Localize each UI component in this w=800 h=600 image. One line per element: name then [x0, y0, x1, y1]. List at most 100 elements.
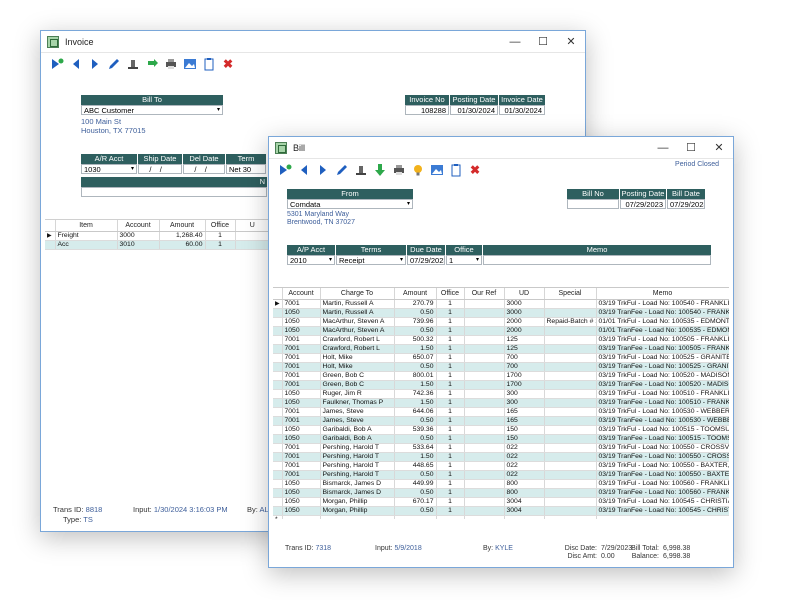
cell-account[interactable]: 7001 — [282, 344, 321, 354]
cell-ud[interactable]: 2000 — [504, 326, 545, 336]
image-icon[interactable] — [429, 162, 445, 178]
bill-titlebar[interactable]: Bill — ☐ ✕ — [269, 137, 733, 159]
cell-office[interactable]: 1 — [436, 479, 465, 489]
table-row[interactable]: 1050 Morgan, Phillip 0.50 1 3004 03/19 TranFe… — [273, 506, 729, 516]
cell-charge-to[interactable]: Ruger, Jim R — [320, 389, 395, 399]
download-arrow-icon[interactable] — [372, 162, 388, 178]
cell-account[interactable]: 7001 — [282, 461, 321, 471]
edit-pencil-icon[interactable] — [106, 56, 122, 72]
cell-our-ref[interactable] — [464, 452, 505, 462]
bill-no-field[interactable] — [567, 199, 619, 209]
cell-memo[interactable]: 03/19 TrkFul - Load No: 100560 - FRANKLI… — [596, 479, 729, 489]
cell-memo[interactable]: 03/19 TrkFul - Load No: 100540 - FRANKLI… — [596, 299, 729, 309]
cell-ud[interactable]: 300 — [504, 398, 545, 408]
cell-our-ref[interactable] — [464, 371, 505, 381]
memo-field[interactable] — [483, 255, 711, 265]
cell-memo[interactable]: 03/19 TranFee - Load No: 100525 - GRANIT… — [596, 362, 729, 372]
table-row[interactable]: 1050 Garibaldi, Bob A 0.50 1 150 03/19 TranFe… — [273, 434, 729, 444]
cell-special[interactable] — [544, 479, 597, 489]
cell-charge-to[interactable]: James, Steve — [320, 416, 395, 426]
cell-charge-to[interactable]: MacArthur, Steven A — [320, 317, 395, 327]
cell-account[interactable]: 1050 — [282, 479, 321, 489]
table-row[interactable]: 7001 Holt, Mike 650.07 1 700 03/19 TrkFul - L… — [273, 353, 729, 363]
table-row[interactable]: Acc 3010 60.00 1 — [45, 240, 270, 250]
cell-charge-to[interactable]: Pershing, Harold T — [320, 461, 395, 471]
cell-account[interactable]: 1050 — [282, 398, 321, 408]
cell-amount[interactable]: 270.79 — [394, 299, 437, 309]
cell-amount[interactable]: 1.50 — [394, 398, 437, 408]
cell-memo[interactable]: 03/19 TranFee - Load No: 100515 - TOOMSU… — [596, 434, 729, 444]
cell-special[interactable] — [544, 371, 597, 381]
cell-ud[interactable]: 700 — [504, 353, 545, 363]
new-row-cell[interactable] — [282, 515, 321, 519]
cell-office[interactable]: 1 — [436, 299, 465, 309]
new-row-cell[interactable] — [464, 515, 505, 519]
cell-account[interactable]: 7001 — [282, 416, 321, 426]
delete-icon[interactable]: ✖ — [467, 162, 483, 178]
cell-account[interactable]: 7001 — [282, 335, 321, 345]
cell-charge-to[interactable]: Pershing, Harold T — [320, 452, 395, 462]
cell-ud[interactable]: 125 — [504, 344, 545, 354]
cell-ud[interactable]: 150 — [504, 425, 545, 435]
new-row-cell[interactable] — [596, 515, 729, 519]
cell-special[interactable] — [544, 470, 597, 480]
cell-ud[interactable]: 3004 — [504, 497, 545, 507]
posting-date-field[interactable]: 01/30/2024 — [450, 105, 498, 115]
new-row-cell[interactable] — [544, 515, 597, 519]
cell-amount[interactable]: 670.17 — [394, 497, 437, 507]
cell-charge-to[interactable]: Morgan, Phillip — [320, 497, 395, 507]
new-record-icon[interactable] — [277, 162, 293, 178]
cell-office[interactable]: 1 — [436, 353, 465, 363]
cell-office[interactable]: 1 — [436, 407, 465, 417]
new-row-cell[interactable] — [320, 515, 395, 519]
cell-ud[interactable]: 3000 — [504, 299, 545, 309]
cell-memo[interactable]: 03/19 TranFee - Load No: 100505 - FRANKL… — [596, 344, 729, 354]
cell-ud[interactable]: 800 — [504, 488, 545, 498]
invoice-titlebar[interactable]: Invoice — ☐ ✕ — [41, 31, 585, 53]
cell-special[interactable]: Repaid-Batch # 12 — [544, 317, 597, 327]
cell-amount[interactable]: 0.50 — [394, 362, 437, 372]
clipboard-icon[interactable] — [448, 162, 464, 178]
invoice-no-field[interactable]: 108288 — [405, 105, 449, 115]
cell-charge-to[interactable]: Bismarck, James D — [320, 479, 395, 489]
cell-charge-to[interactable]: Martin, Russell A — [320, 299, 395, 309]
cell-office[interactable]: 1 — [436, 488, 465, 498]
notes-field[interactable] — [81, 187, 267, 197]
cell-account[interactable]: 7001 — [282, 362, 321, 372]
cell-office[interactable]: 1 — [436, 335, 465, 345]
cell-charge-to[interactable]: Crawford, Robert L — [320, 335, 395, 345]
cell-account[interactable]: 1050 — [282, 389, 321, 399]
cell-office[interactable]: 1 — [436, 362, 465, 372]
cell-memo[interactable]: 03/19 TranFee - Load No: 100540 - FRANKL… — [596, 308, 729, 318]
cell-memo[interactable]: 03/19 TrkFul - Load No: 100550 - CROSSVI… — [596, 443, 729, 453]
cell-memo[interactable]: 03/19 TrkFul - Load No: 100545 - CHRISTI… — [596, 497, 729, 507]
table-row[interactable]: 7001 Crawford, Robert L 500.32 1 125 03/19 Tr… — [273, 335, 729, 345]
cell-office[interactable]: 1 — [436, 326, 465, 336]
cell-amount[interactable]: 449.99 — [394, 479, 437, 489]
cell-account[interactable]: 1050 — [282, 488, 321, 498]
cell-memo[interactable]: 03/19 TranFee - Load No: 100530 - WEBBER… — [596, 416, 729, 426]
cell-special[interactable] — [544, 362, 597, 372]
cell-amount[interactable]: 644.06 — [394, 407, 437, 417]
cell-our-ref[interactable] — [464, 479, 505, 489]
cell-ud[interactable]: 022 — [504, 443, 545, 453]
cell-amount[interactable]: 0.50 — [394, 326, 437, 336]
table-row[interactable]: 1050 MacArthur, Steven A 739.96 1 2000 Repaid… — [273, 317, 729, 327]
bill-date-field[interactable]: 07/29/2023 — [667, 199, 705, 209]
previous-icon[interactable] — [296, 162, 312, 178]
cell-charge-to[interactable]: Holt, Mike — [320, 362, 395, 372]
terms-field[interactable]: Net 30 — [226, 164, 266, 174]
cell-account[interactable]: 3000 — [117, 231, 160, 241]
cell-memo[interactable]: 03/19 TranFee - Load No: 100545 - CHRIST… — [596, 506, 729, 516]
cell-our-ref[interactable] — [464, 461, 505, 471]
terms-field[interactable]: Receipt ▾ — [336, 255, 406, 265]
new-row-cell[interactable] — [436, 515, 465, 519]
cell-account[interactable]: 1050 — [282, 425, 321, 435]
ap-acct-field[interactable]: 2010 ▾ — [287, 255, 335, 265]
minimize-button[interactable]: — — [501, 31, 529, 53]
cell-ud[interactable]: 1700 — [504, 371, 545, 381]
cell-office[interactable]: 1 — [205, 240, 236, 250]
cell-account[interactable]: 7001 — [282, 470, 321, 480]
cell-our-ref[interactable] — [464, 506, 505, 516]
table-row[interactable]: 7001 Green, Bob C 1.50 1 1700 03/19 TranFee -… — [273, 380, 729, 390]
